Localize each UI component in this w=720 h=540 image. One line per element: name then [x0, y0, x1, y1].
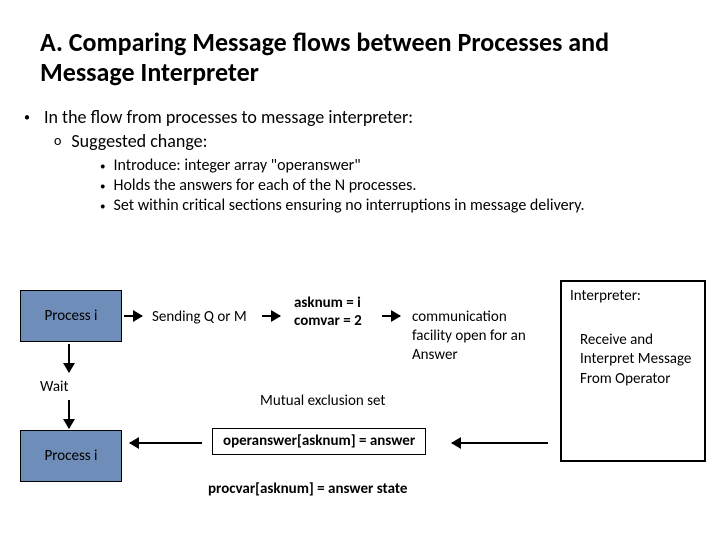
bullet-dot-icon: •: [20, 106, 34, 128]
arrow-right-icon: [262, 315, 280, 317]
assign-comvar: comvar = 2: [294, 312, 362, 331]
wait-label: Wait: [40, 378, 68, 396]
flow-diagram: Process i Wait Process i Sending Q or M …: [0, 280, 720, 540]
sending-label: Sending Q or M: [152, 308, 247, 327]
sub-bullet-list: • Introduce: integer array "operanswer" …: [0, 152, 720, 215]
interpreter-body: Receive and Interpret Message From Opera…: [570, 331, 696, 390]
sub-b-text: Holds the answers for each of the N proc…: [113, 176, 416, 195]
mutex-label: Mutual exclusion set: [260, 392, 385, 411]
bullet-list: • In the flow from processes to message …: [0, 96, 720, 152]
sub-a-text: Introduce: integer array "operanswer": [113, 156, 360, 175]
bullet-2-text: Suggested change:: [71, 130, 207, 152]
bullet-1-text: In the flow from processes to message in…: [44, 106, 413, 128]
arrow-down-icon: [68, 344, 70, 372]
process-i-top-label: Process i: [44, 307, 97, 325]
slide-title: A. Comparing Message flows between Proce…: [0, 0, 720, 96]
arrow-left-icon: [452, 442, 548, 444]
interpreter-title: Interpreter:: [570, 287, 696, 307]
bullet-dot-icon: •: [100, 176, 105, 195]
sub-bullet-a: • Introduce: integer array "operanswer": [100, 156, 690, 175]
bullet-item-1: • In the flow from processes to message …: [20, 106, 700, 128]
bullet-item-2: o Suggested change:: [54, 130, 700, 152]
bullet-dot-icon: •: [100, 196, 105, 215]
procvar-label: procvar[asknum] = answer state: [208, 480, 407, 499]
interpreter-box: Interpreter: Receive and Interpret Messa…: [560, 280, 706, 462]
sub-bullet-b: • Holds the answers for each of the N pr…: [100, 176, 690, 195]
assign-asknum: asknum = i: [294, 294, 361, 313]
arrow-left-icon: [130, 442, 202, 444]
arrow-right-icon: [382, 315, 400, 317]
process-i-top-box: Process i: [20, 290, 122, 342]
process-i-bottom-label: Process i: [44, 447, 97, 465]
process-i-bottom-box: Process i: [20, 430, 122, 482]
arrow-right-icon: [124, 315, 142, 317]
sub-bullet-c: • Set within critical sections ensuring …: [100, 196, 690, 215]
comm-facility-label: communication facility open for an Answe…: [412, 308, 542, 364]
operanswer-box: operanswer[asknum] = answer: [212, 428, 426, 455]
arrow-down-icon: [68, 400, 70, 428]
bullet-dot-icon: •: [100, 156, 105, 175]
sub-c-text: Set within critical sections ensuring no…: [113, 196, 584, 215]
bullet-circle-icon: o: [54, 130, 61, 152]
